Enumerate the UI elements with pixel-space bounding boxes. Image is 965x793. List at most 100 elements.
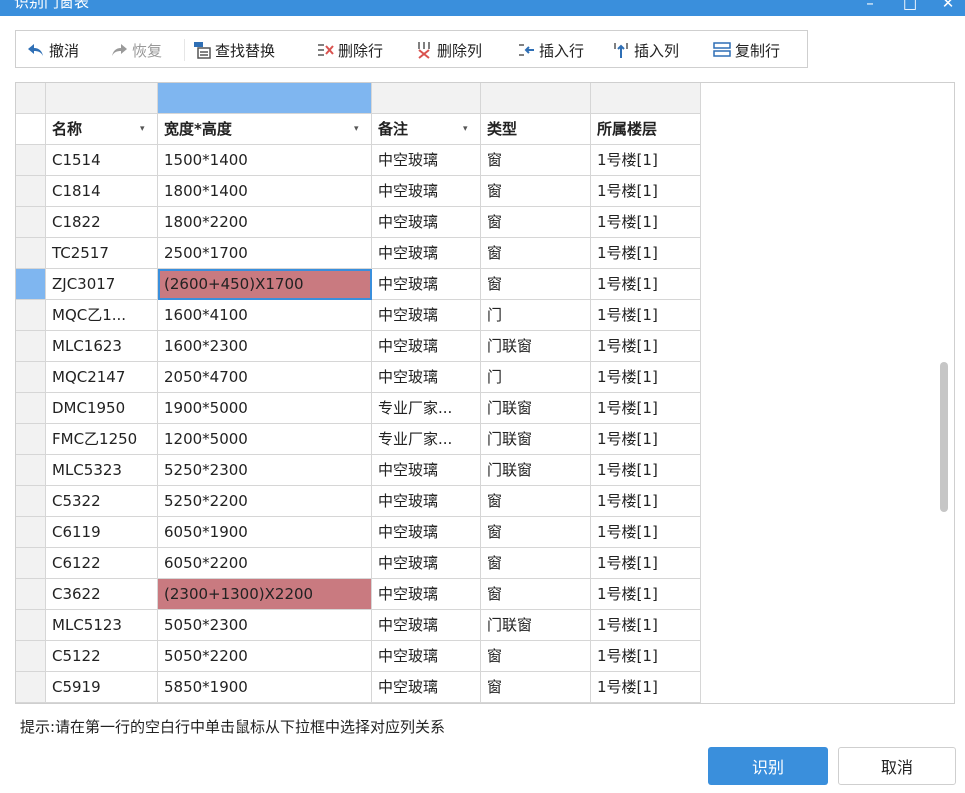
table-cell[interactable]: (2600+450)X1700 (158, 269, 372, 300)
minimize-button[interactable]: – (858, 0, 882, 12)
table-cell[interactable]: 窗 (481, 548, 591, 579)
table-cell[interactable]: MLC5323 (46, 455, 158, 486)
table-cell[interactable]: 1号楼[1] (591, 548, 701, 579)
row-header[interactable] (16, 548, 46, 579)
table-cell[interactable]: 1号楼[1] (591, 486, 701, 517)
table-cell[interactable]: C3622 (46, 579, 158, 610)
table-cell[interactable]: MQC乙1... (46, 300, 158, 331)
table-cell[interactable]: 1号楼[1] (591, 424, 701, 455)
table-cell[interactable]: 1600*2300 (158, 331, 372, 362)
table-cell[interactable]: 中空玻璃 (372, 145, 481, 176)
column-header[interactable]: 备注 ▾ (372, 114, 481, 145)
table-cell[interactable]: 1号楼[1] (591, 672, 701, 703)
close-button[interactable]: ✕ (936, 0, 960, 12)
cancel-button[interactable]: 取消 (838, 747, 956, 785)
table-cell[interactable]: 1号楼[1] (591, 579, 701, 610)
table-cell[interactable]: (2300+1300)X2200 (158, 579, 372, 610)
table-cell[interactable]: 中空玻璃 (372, 300, 481, 331)
row-header[interactable] (16, 145, 46, 176)
table-cell[interactable]: 中空玻璃 (372, 579, 481, 610)
table-cell[interactable]: 门联窗 (481, 610, 591, 641)
table-cell[interactable]: 专业厂家... (372, 424, 481, 455)
table-cell[interactable]: 1号楼[1] (591, 610, 701, 641)
table-cell[interactable]: 窗 (481, 207, 591, 238)
dropdown-arrow-icon[interactable]: ▾ (140, 114, 145, 144)
table-cell[interactable]: 中空玻璃 (372, 238, 481, 269)
delete-col-button[interactable]: 删除列 (414, 37, 482, 63)
table-cell[interactable]: 门联窗 (481, 393, 591, 424)
column-header[interactable]: 所属楼层 (591, 114, 701, 145)
row-header[interactable] (16, 672, 46, 703)
table-cell[interactable]: 窗 (481, 517, 591, 548)
table-cell[interactable]: 1600*4100 (158, 300, 372, 331)
table-cell[interactable]: 门 (481, 362, 591, 393)
table-cell[interactable]: 中空玻璃 (372, 207, 481, 238)
table-cell[interactable]: 门联窗 (481, 331, 591, 362)
table-cell[interactable]: 中空玻璃 (372, 517, 481, 548)
table-cell[interactable]: 1号楼[1] (591, 362, 701, 393)
column-mapping-cell[interactable] (591, 83, 701, 114)
table-cell[interactable]: 中空玻璃 (372, 269, 481, 300)
table-cell[interactable]: C1514 (46, 145, 158, 176)
table-cell[interactable]: 门联窗 (481, 455, 591, 486)
table-cell[interactable]: 窗 (481, 269, 591, 300)
dropdown-arrow-icon[interactable]: ▾ (354, 114, 359, 144)
table-cell[interactable]: C5122 (46, 641, 158, 672)
row-header[interactable] (16, 424, 46, 455)
row-header[interactable] (16, 641, 46, 672)
row-header[interactable] (16, 362, 46, 393)
table-cell[interactable]: 中空玻璃 (372, 455, 481, 486)
table-cell[interactable]: 窗 (481, 672, 591, 703)
table-cell[interactable]: C1822 (46, 207, 158, 238)
table-cell[interactable]: 2500*1700 (158, 238, 372, 269)
delete-row-button[interactable]: 删除行 (315, 37, 383, 63)
table-cell[interactable]: 1号楼[1] (591, 393, 701, 424)
column-mapping-cell[interactable] (46, 83, 158, 114)
row-header[interactable] (16, 393, 46, 424)
table-cell[interactable]: 窗 (481, 238, 591, 269)
table-cell[interactable]: 窗 (481, 176, 591, 207)
column-header[interactable]: 宽度*高度 ▾ (158, 114, 372, 145)
table-cell[interactable]: 中空玻璃 (372, 548, 481, 579)
table-cell[interactable]: 1号楼[1] (591, 176, 701, 207)
table-cell[interactable]: 1号楼[1] (591, 517, 701, 548)
row-header[interactable] (16, 269, 46, 300)
row-header[interactable] (16, 238, 46, 269)
table-cell[interactable]: 中空玻璃 (372, 672, 481, 703)
row-header[interactable] (16, 517, 46, 548)
table-cell[interactable]: 1500*1400 (158, 145, 372, 176)
table-cell[interactable]: 中空玻璃 (372, 331, 481, 362)
table-cell[interactable]: C5322 (46, 486, 158, 517)
table-cell[interactable]: 门联窗 (481, 424, 591, 455)
row-header[interactable] (16, 455, 46, 486)
table-cell[interactable]: 1号楼[1] (591, 455, 701, 486)
insert-row-button[interactable]: 插入行 (516, 37, 584, 63)
table-cell[interactable]: 中空玻璃 (372, 362, 481, 393)
row-header[interactable] (16, 300, 46, 331)
table-cell[interactable]: 专业厂家... (372, 393, 481, 424)
table-cell[interactable]: 1号楼[1] (591, 269, 701, 300)
maximize-button[interactable]: □ (898, 0, 922, 12)
table-cell[interactable]: 1号楼[1] (591, 331, 701, 362)
insert-col-button[interactable]: 插入列 (611, 37, 679, 63)
redo-button[interactable]: 恢复 (109, 37, 162, 63)
table-cell[interactable]: 窗 (481, 145, 591, 176)
find-replace-button[interactable]: 查找替换 (192, 37, 275, 63)
dropdown-arrow-icon[interactable]: ▾ (463, 114, 468, 144)
row-header[interactable] (16, 486, 46, 517)
table-cell[interactable]: 1号楼[1] (591, 300, 701, 331)
table-cell[interactable]: 2050*4700 (158, 362, 372, 393)
table-cell[interactable]: 1200*5000 (158, 424, 372, 455)
table-cell[interactable]: 1号楼[1] (591, 238, 701, 269)
table-cell[interactable]: 窗 (481, 641, 591, 672)
row-header[interactable] (16, 207, 46, 238)
table-cell[interactable]: MLC1623 (46, 331, 158, 362)
undo-button[interactable]: 撤消 (26, 37, 79, 63)
column-header[interactable]: 类型 (481, 114, 591, 145)
table-cell[interactable]: C6122 (46, 548, 158, 579)
table-cell[interactable]: 1号楼[1] (591, 207, 701, 238)
table-cell[interactable]: 6050*1900 (158, 517, 372, 548)
table-cell[interactable]: 1800*2200 (158, 207, 372, 238)
table-cell[interactable]: 1900*5000 (158, 393, 372, 424)
table-cell[interactable]: TC2517 (46, 238, 158, 269)
